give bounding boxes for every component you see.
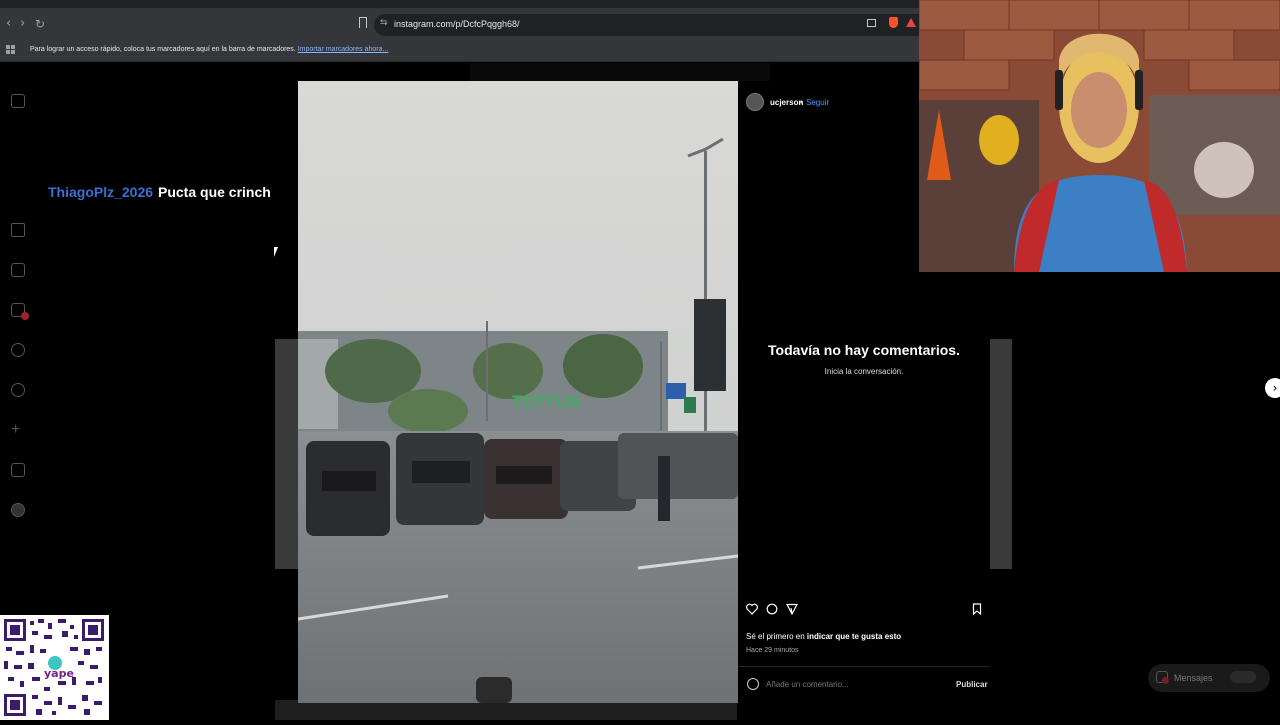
like-action-link[interactable]: indicar que te gusta esto (807, 632, 901, 641)
dashboard-icon[interactable] (11, 463, 25, 477)
payment-qr-code: yape (0, 615, 109, 720)
store-sign: TOTTUS (512, 392, 580, 411)
share-icon[interactable] (786, 603, 798, 615)
previous-post-preview (275, 339, 299, 569)
post-timestamp[interactable]: Hace 29 minutos (746, 647, 799, 654)
post-photo[interactable]: TOTTUS (298, 81, 738, 703)
apps-grid-icon[interactable] (6, 45, 15, 54)
cast-icon[interactable] (867, 19, 876, 27)
reels-icon[interactable] (11, 263, 25, 277)
messages-badge (1162, 677, 1169, 684)
publish-button[interactable]: Publicar (956, 680, 988, 689)
author-username[interactable]: ucjerson (770, 98, 803, 107)
forward-button[interactable]: › (20, 17, 25, 31)
qr-brand-text: yape (44, 667, 74, 680)
home-icon[interactable] (11, 223, 25, 237)
profile-icon[interactable] (11, 503, 25, 517)
reload-button[interactable]: ↻ (35, 17, 45, 31)
chat-message: Pucta que crinch (158, 184, 271, 200)
url-text[interactable]: instagram.com/p/DcfcPqggh68/ (394, 19, 520, 29)
background-post-footer (275, 700, 737, 720)
follow-button[interactable]: Seguir (806, 98, 829, 107)
likes-summary: Sé el primero en indicar que te gusta es… (746, 632, 901, 641)
messages-avatars (1230, 671, 1256, 683)
like-icon[interactable] (746, 603, 758, 615)
next-post-button[interactable]: › (1265, 378, 1280, 398)
messages-label: Mensajes (1174, 673, 1213, 683)
search-icon[interactable] (11, 343, 25, 357)
bookmark-icon[interactable] (359, 17, 367, 28)
browser-tab-strip (0, 0, 919, 8)
emoji-icon[interactable] (747, 678, 759, 690)
separator-dot: • (800, 98, 803, 107)
comment-icon[interactable] (766, 603, 778, 615)
save-icon[interactable] (971, 603, 983, 615)
bookmarks-hint: Para lograr un acceso rápido, coloca tus… (30, 46, 388, 53)
likes-prefix: Sé el primero en (746, 632, 807, 641)
import-bookmarks-link[interactable]: Importar marcadores ahora... (298, 46, 389, 53)
notifications-icon[interactable] (11, 383, 25, 397)
instagram-logo-icon[interactable] (11, 94, 25, 108)
empty-comments-title: Todavía no hay comentarios. (768, 342, 960, 358)
next-post-preview (990, 339, 1012, 569)
chat-username: ThiagoPlz_2026 (48, 184, 154, 200)
brave-shield-icon[interactable] (889, 17, 898, 28)
empty-comments-subtitle: Inicia la conversación. (824, 367, 904, 376)
webcam-overlay (919, 0, 1280, 272)
site-info-icon[interactable]: ⇆ (380, 18, 388, 28)
author-avatar[interactable] (746, 93, 764, 111)
bookmarks-hint-text: Para lograr un acceso rápido, coloca tus… (30, 46, 296, 53)
background-post-header (470, 63, 770, 81)
brave-rewards-icon[interactable] (906, 18, 916, 27)
comment-input[interactable] (766, 680, 936, 689)
create-icon[interactable]: + (11, 421, 20, 439)
mouse-cursor (274, 247, 278, 257)
notification-badge (21, 312, 29, 320)
back-button[interactable]: ‹ (6, 17, 11, 31)
